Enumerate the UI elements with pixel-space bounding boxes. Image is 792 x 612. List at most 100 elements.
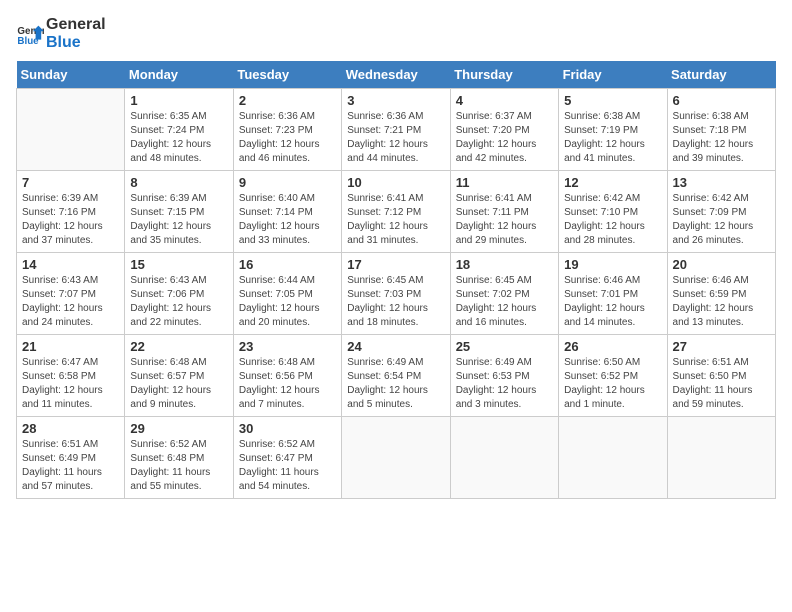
day-info: Sunrise: 6:49 AMSunset: 6:53 PMDaylight:… <box>456 356 553 412</box>
week-row-3: 21Sunrise: 6:47 AMSunset: 6:58 PMDayligh… <box>17 335 776 417</box>
day-info: Sunrise: 6:43 AMSunset: 7:06 PMDaylight:… <box>130 274 227 330</box>
week-row-4: 28 Sunrise: 6:51 AMSunset: 6:49 PMDayligh… <box>17 417 776 499</box>
day-info: Sunrise: 6:52 AMSunset: 6:48 PMDaylight:… <box>130 438 227 494</box>
day-cell: 15 Sunrise: 6:43 AMSunset: 7:06 PMDayligh… <box>125 253 233 335</box>
day-cell: 17Sunrise: 6:45 AMSunset: 7:03 PMDayligh… <box>342 253 450 335</box>
day-cell: 30 Sunrise: 6:52 AMSunset: 6:47 PMDayligh… <box>233 417 341 499</box>
day-number: 16 <box>239 257 336 272</box>
day-number: 18 <box>456 257 553 272</box>
weekday-header-row: SundayMondayTuesdayWednesdayThursdayFrid… <box>17 61 776 89</box>
logo-general: General <box>46 16 106 34</box>
day-cell: 11 Sunrise: 6:41 AMSunset: 7:11 PMDayligh… <box>450 171 558 253</box>
day-cell <box>17 89 125 171</box>
day-cell: 20 Sunrise: 6:46 AMSunset: 6:59 PMDayligh… <box>667 253 775 335</box>
day-cell: 5 Sunrise: 6:38 AMSunset: 7:19 PMDaylight… <box>559 89 667 171</box>
weekday-thursday: Thursday <box>450 61 558 89</box>
day-cell: 9Sunrise: 6:40 AMSunset: 7:14 PMDaylight… <box>233 171 341 253</box>
day-cell: 27 Sunrise: 6:51 AMSunset: 6:50 PMDayligh… <box>667 335 775 417</box>
day-number: 13 <box>673 175 770 190</box>
day-number: 25 <box>456 339 553 354</box>
logo-icon: General Blue <box>16 20 44 48</box>
day-number: 23 <box>239 339 336 354</box>
day-number: 1 <box>130 93 227 108</box>
day-info: Sunrise: 6:44 AMSunset: 7:05 PMDaylight:… <box>239 274 336 330</box>
day-cell: 24 Sunrise: 6:49 AMSunset: 6:54 PMDayligh… <box>342 335 450 417</box>
day-number: 4 <box>456 93 553 108</box>
day-info: Sunrise: 6:41 AMSunset: 7:12 PMDaylight:… <box>347 192 444 248</box>
weekday-wednesday: Wednesday <box>342 61 450 89</box>
day-info: Sunrise: 6:36 AMSunset: 7:21 PMDaylight:… <box>347 110 444 166</box>
day-cell: 3 Sunrise: 6:36 AMSunset: 7:21 PMDaylight… <box>342 89 450 171</box>
day-info: Sunrise: 6:45 AMSunset: 7:02 PMDaylight:… <box>456 274 553 330</box>
day-number: 30 <box>239 421 336 436</box>
day-cell: 29 Sunrise: 6:52 AMSunset: 6:48 PMDayligh… <box>125 417 233 499</box>
weekday-saturday: Saturday <box>667 61 775 89</box>
day-number: 11 <box>456 175 553 190</box>
day-number: 9 <box>239 175 336 190</box>
day-number: 27 <box>673 339 770 354</box>
day-cell <box>342 417 450 499</box>
day-info: Sunrise: 6:48 AMSunset: 6:57 PMDaylight:… <box>130 356 227 412</box>
day-cell: 18 Sunrise: 6:45 AMSunset: 7:02 PMDayligh… <box>450 253 558 335</box>
day-cell: 13 Sunrise: 6:42 AMSunset: 7:09 PMDayligh… <box>667 171 775 253</box>
day-cell: 25 Sunrise: 6:49 AMSunset: 6:53 PMDayligh… <box>450 335 558 417</box>
day-number: 5 <box>564 93 661 108</box>
week-row-0: 1 Sunrise: 6:35 AMSunset: 7:24 PMDaylight… <box>17 89 776 171</box>
logo: General Blue General Blue <box>16 16 106 51</box>
day-number: 17 <box>347 257 444 272</box>
day-number: 19 <box>564 257 661 272</box>
day-info: Sunrise: 6:38 AMSunset: 7:18 PMDaylight:… <box>673 110 770 166</box>
calendar-table: SundayMondayTuesdayWednesdayThursdayFrid… <box>16 61 776 499</box>
day-info: Sunrise: 6:36 AMSunset: 7:23 PMDaylight:… <box>239 110 336 166</box>
day-number: 24 <box>347 339 444 354</box>
day-number: 14 <box>22 257 119 272</box>
day-number: 7 <box>22 175 119 190</box>
week-row-2: 14 Sunrise: 6:43 AMSunset: 7:07 PMDayligh… <box>17 253 776 335</box>
day-info: Sunrise: 6:46 AMSunset: 6:59 PMDaylight:… <box>673 274 770 330</box>
day-cell: 23 Sunrise: 6:48 AMSunset: 6:56 PMDayligh… <box>233 335 341 417</box>
day-info: Sunrise: 6:41 AMSunset: 7:11 PMDaylight:… <box>456 192 553 248</box>
weekday-tuesday: Tuesday <box>233 61 341 89</box>
day-info: Sunrise: 6:51 AMSunset: 6:49 PMDaylight:… <box>22 438 119 494</box>
day-info: Sunrise: 6:39 AMSunset: 7:16 PMDaylight:… <box>22 192 119 248</box>
day-number: 20 <box>673 257 770 272</box>
day-cell: 6Sunrise: 6:38 AMSunset: 7:18 PMDaylight… <box>667 89 775 171</box>
day-number: 29 <box>130 421 227 436</box>
calendar-body: 1 Sunrise: 6:35 AMSunset: 7:24 PMDaylight… <box>17 89 776 499</box>
day-info: Sunrise: 6:47 AMSunset: 6:58 PMDaylight:… <box>22 356 119 412</box>
day-number: 8 <box>130 175 227 190</box>
day-number: 12 <box>564 175 661 190</box>
weekday-friday: Friday <box>559 61 667 89</box>
day-info: Sunrise: 6:52 AMSunset: 6:47 PMDaylight:… <box>239 438 336 494</box>
day-cell: 14 Sunrise: 6:43 AMSunset: 7:07 PMDayligh… <box>17 253 125 335</box>
day-cell: 7 Sunrise: 6:39 AMSunset: 7:16 PMDaylight… <box>17 171 125 253</box>
page-header: General Blue General Blue <box>16 16 776 51</box>
day-number: 28 <box>22 421 119 436</box>
day-info: Sunrise: 6:37 AMSunset: 7:20 PMDaylight:… <box>456 110 553 166</box>
day-cell: 22 Sunrise: 6:48 AMSunset: 6:57 PMDayligh… <box>125 335 233 417</box>
logo-blue: Blue <box>46 34 106 52</box>
day-cell: 26Sunrise: 6:50 AMSunset: 6:52 PMDayligh… <box>559 335 667 417</box>
day-number: 22 <box>130 339 227 354</box>
day-info: Sunrise: 6:46 AMSunset: 7:01 PMDaylight:… <box>564 274 661 330</box>
day-info: Sunrise: 6:35 AMSunset: 7:24 PMDaylight:… <box>130 110 227 166</box>
day-info: Sunrise: 6:48 AMSunset: 6:56 PMDaylight:… <box>239 356 336 412</box>
day-cell <box>667 417 775 499</box>
weekday-sunday: Sunday <box>17 61 125 89</box>
day-cell: 28 Sunrise: 6:51 AMSunset: 6:49 PMDayligh… <box>17 417 125 499</box>
day-cell <box>450 417 558 499</box>
day-cell: 4 Sunrise: 6:37 AMSunset: 7:20 PMDaylight… <box>450 89 558 171</box>
day-info: Sunrise: 6:49 AMSunset: 6:54 PMDaylight:… <box>347 356 444 412</box>
day-number: 10 <box>347 175 444 190</box>
day-cell: 1 Sunrise: 6:35 AMSunset: 7:24 PMDaylight… <box>125 89 233 171</box>
day-number: 3 <box>347 93 444 108</box>
day-info: Sunrise: 6:51 AMSunset: 6:50 PMDaylight:… <box>673 356 770 412</box>
day-cell: 21Sunrise: 6:47 AMSunset: 6:58 PMDayligh… <box>17 335 125 417</box>
day-number: 26 <box>564 339 661 354</box>
day-cell: 12Sunrise: 6:42 AMSunset: 7:10 PMDayligh… <box>559 171 667 253</box>
day-info: Sunrise: 6:42 AMSunset: 7:09 PMDaylight:… <box>673 192 770 248</box>
day-info: Sunrise: 6:43 AMSunset: 7:07 PMDaylight:… <box>22 274 119 330</box>
day-info: Sunrise: 6:38 AMSunset: 7:19 PMDaylight:… <box>564 110 661 166</box>
day-cell: 19 Sunrise: 6:46 AMSunset: 7:01 PMDayligh… <box>559 253 667 335</box>
day-number: 15 <box>130 257 227 272</box>
